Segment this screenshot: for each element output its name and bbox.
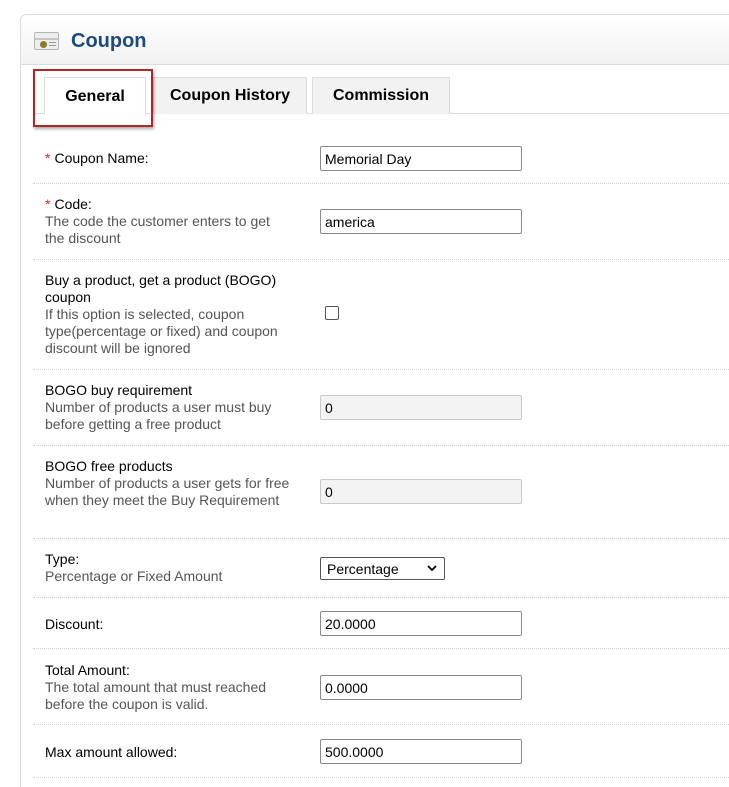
label-text: Total Amount: — [45, 662, 130, 678]
code-label: * Code: The code the customer enters to g… — [45, 196, 285, 247]
bogo-help-text: If this option is selected, coupon type(… — [45, 306, 278, 356]
total-amount-label: Total Amount: The total amount that must… — [45, 662, 301, 713]
max-amount-label: Max amount allowed: — [45, 744, 177, 761]
panel-header: Coupon — [21, 15, 729, 65]
coupon-name-label: * Coupon Name: — [45, 150, 149, 167]
discount-input[interactable] — [320, 611, 522, 636]
form-row-bogo: Buy a product, get a product (BOGO) coup… — [33, 260, 729, 370]
required-marker: * — [45, 150, 51, 166]
bogo-buy-help-text: Number of products a user must buy befor… — [45, 399, 272, 432]
total-amount-help-text: The total amount that must reached befor… — [45, 679, 267, 712]
bogo-free-input[interactable] — [320, 479, 522, 504]
bogo-buy-input[interactable] — [320, 395, 522, 420]
label-text: Max amount allowed: — [45, 744, 178, 760]
label-text: Coupon Name: — [54, 150, 149, 166]
code-help-text: The code the customer enters to get the … — [45, 213, 270, 246]
max-amount-input[interactable] — [320, 739, 522, 764]
type-label: Type: Percentage or Fixed Amount — [45, 551, 285, 585]
discount-label: Discount: — [45, 616, 103, 633]
page-title: Coupon — [71, 30, 147, 52]
coupon-name-input[interactable] — [320, 146, 522, 171]
required-marker: * — [45, 196, 51, 212]
type-select-value: Percentage — [327, 560, 399, 577]
label-text: Buy a product, get a product (BOGO) coup… — [45, 272, 277, 305]
tab-commission[interactable]: Commission — [312, 77, 450, 114]
label-text: BOGO free products — [45, 458, 173, 474]
type-help-text: Percentage or Fixed Amount — [45, 568, 223, 584]
label-text: Code: — [54, 196, 92, 212]
tab-label: Coupon History — [170, 87, 290, 104]
bogo-checkbox[interactable] — [325, 306, 339, 320]
bogo-free-label: BOGO free products Number of products a … — [45, 458, 297, 509]
label-text: BOGO buy requirement — [45, 382, 193, 398]
chevron-down-icon — [427, 565, 437, 572]
tab-label: Commission — [332, 87, 429, 104]
tab-highlight-box — [33, 69, 153, 127]
bogo-buy-label: BOGO buy requirement Number of products … — [45, 382, 285, 433]
coupon-card-icon — [34, 32, 59, 50]
tab-coupon-history[interactable]: Coupon History — [153, 77, 307, 114]
code-input[interactable] — [320, 209, 522, 234]
label-text: Type: — [45, 551, 80, 567]
type-select[interactable]: Percentage — [320, 557, 445, 580]
bogo-free-help-text: Number of products a user gets for free … — [45, 475, 290, 508]
total-amount-input[interactable] — [320, 675, 522, 700]
label-text: Discount: — [45, 616, 104, 632]
bogo-label: Buy a product, get a product (BOGO) coup… — [45, 272, 303, 357]
